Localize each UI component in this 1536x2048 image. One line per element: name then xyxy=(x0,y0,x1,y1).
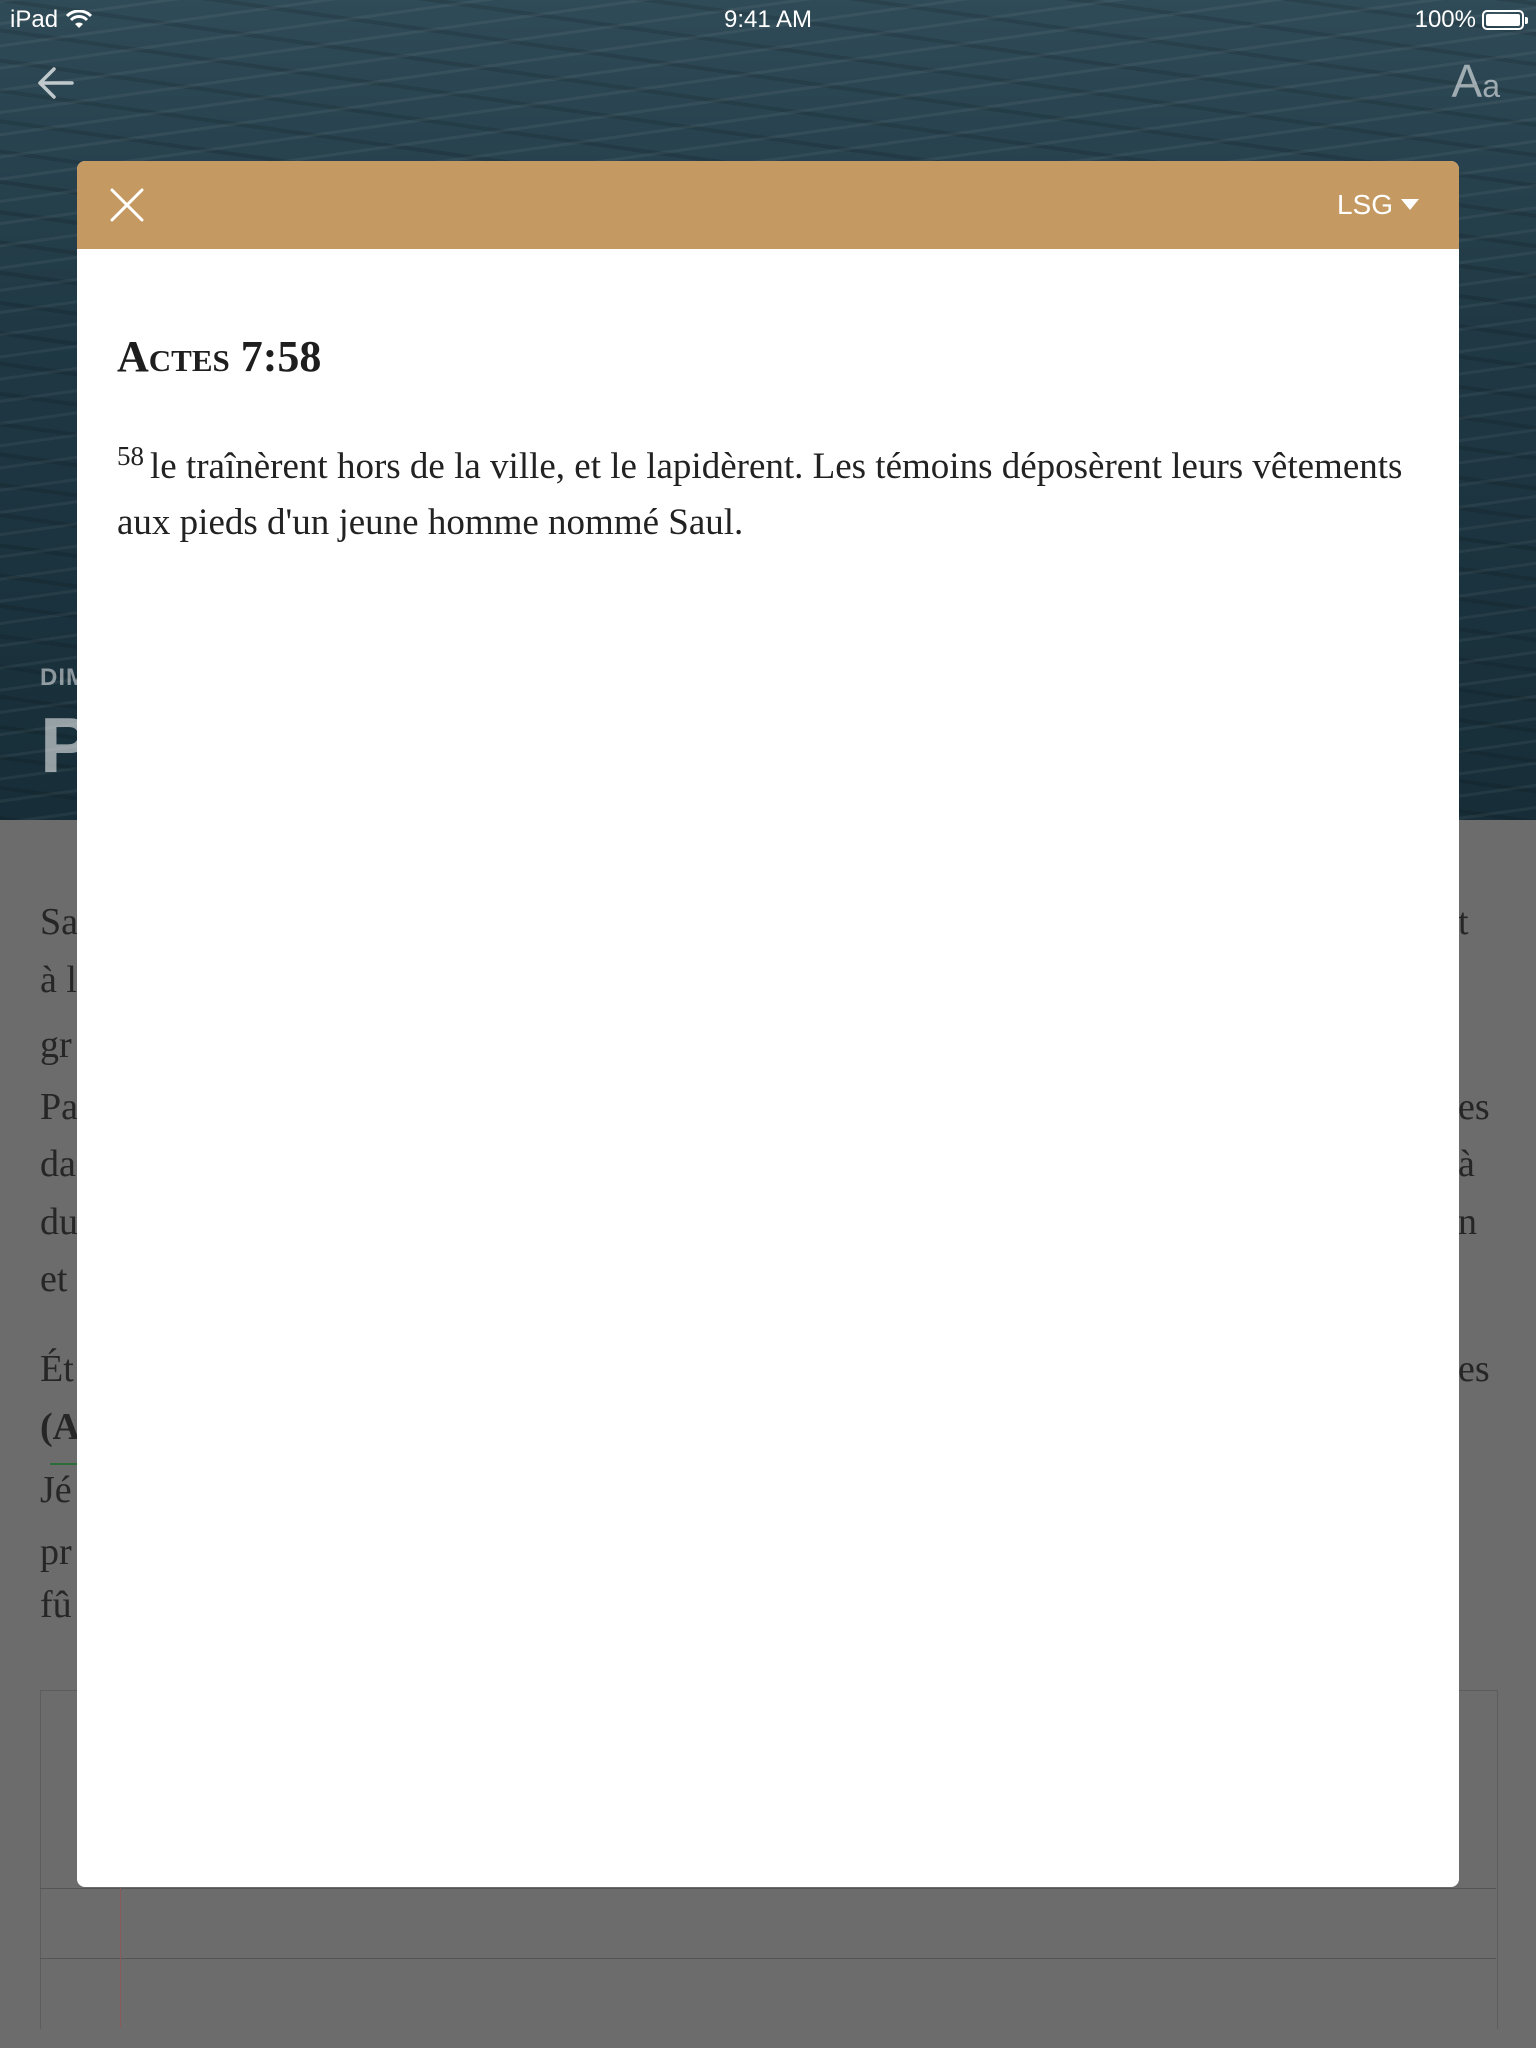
font-size-large-letter: A xyxy=(1451,55,1483,107)
verse-text-block: 58 le traînèrent hors de la ville, et le … xyxy=(117,439,1427,551)
verse-text: le traînèrent hors de la ville, et le la… xyxy=(117,446,1403,543)
battery-icon xyxy=(1482,10,1528,30)
font-size-icon[interactable]: Aa xyxy=(1452,54,1500,108)
article-text-fragment: da xyxy=(40,1143,76,1185)
verse-modal: LSG Actes 7:58 58 le traînèrent hors de l… xyxy=(77,161,1459,1887)
article-text-fragment: du xyxy=(40,1201,78,1243)
article-text-fragment: fû xyxy=(40,1584,72,1626)
article-text-fragment: Ét xyxy=(40,1348,74,1390)
status-bar: iPad 9:41 AM 100% xyxy=(0,0,1536,40)
article-text-fragment: t xyxy=(1458,901,1469,943)
battery-percent: 100% xyxy=(1414,6,1476,33)
font-size-small-letter: a xyxy=(1482,68,1500,104)
article-text-fragment: es xyxy=(1458,1348,1490,1390)
article-text-fragment: n xyxy=(1458,1201,1477,1243)
article-text-fragment: à xyxy=(1458,1143,1475,1185)
article-text-fragment: gr xyxy=(40,1024,72,1066)
article-text-fragment: Sa xyxy=(40,901,78,943)
close-icon[interactable] xyxy=(109,187,145,223)
article-text-fragment: Pa xyxy=(40,1086,78,1128)
chevron-down-icon xyxy=(1401,198,1419,210)
verse-reference: Actes 7:58 xyxy=(117,332,322,381)
notes-margin-line xyxy=(120,1888,121,2028)
article-text-fragment: (A xyxy=(40,1406,81,1448)
modal-header: LSG xyxy=(77,161,1459,249)
verse-number: 58 xyxy=(117,440,144,471)
article-text-fragment: es xyxy=(1458,1086,1490,1128)
status-right: 100% xyxy=(1414,6,1528,34)
version-label: LSG xyxy=(1336,189,1393,220)
article-text-fragment: Jé xyxy=(40,1469,72,1511)
version-dropdown[interactable]: LSG xyxy=(1337,185,1419,225)
article-text-fragment: pr xyxy=(40,1531,72,1573)
notes-rule xyxy=(40,1888,1496,1889)
status-time: 9:41 AM xyxy=(723,6,813,33)
arrow-left-icon[interactable] xyxy=(30,58,80,108)
article-text-fragment: et xyxy=(40,1258,68,1300)
article-text-fragment: à l xyxy=(40,959,77,1001)
notes-rule xyxy=(40,1958,1496,1959)
